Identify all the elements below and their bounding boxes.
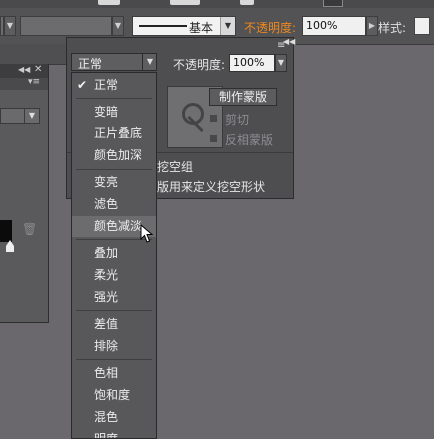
gradient-stop-body[interactable] [6,246,14,252]
panel-menu-icon[interactable]: ▾≡ [28,77,40,87]
blend-mode-select[interactable]: 正常 ▼ [71,53,157,71]
opacity-link-label[interactable]: 不透明度: [244,19,296,36]
blend-mode-option-difference[interactable]: 差值 [72,314,156,335]
blend-mode-option-color-burn[interactable]: 颜色加深 [72,145,156,166]
blend-mode-option-exclusion[interactable]: 排除 [72,336,156,357]
blend-mode-option-label: 排除 [94,339,119,353]
blend-mode-dropdown: ✔ 正常 变暗 正片叠底 颜色加深 变亮 滤色 颜色减淡 叠加 柔光 强光 差值 … [71,72,157,439]
blend-mode-option-color[interactable]: 混色 [72,407,156,428]
opacity-field[interactable]: 100% [302,16,366,36]
knockout-group-label[interactable]: 挖空组 [157,158,193,175]
blend-mode-option-overlay[interactable]: 叠加 [72,243,156,264]
style-swatch[interactable] [414,17,430,35]
divider [76,359,152,360]
divider [76,169,152,170]
blend-mode-option-label: 颜色加深 [94,148,143,162]
stroke-preview-line [139,25,187,27]
blend-mode-option-hard-light[interactable]: 强光 [72,287,156,308]
menu-bar-strip [0,0,434,8]
blend-mode-option-label: 颜色减淡 [94,219,143,233]
menu-bar-sliver [98,0,120,5]
blend-mode-option-label: 明度 [94,432,119,439]
stroke-profile-select[interactable]: 基本 ▼ [132,16,236,36]
blend-mode-option-label: 正片叠底 [94,126,143,140]
menu-bar-sliver [240,0,254,5]
blend-mode-option-saturation[interactable]: 饱和度 [72,385,156,406]
blend-mode-option-label: 差值 [94,317,119,331]
panel-header: ◀◀ ✕ [0,64,48,78]
opacity-input[interactable]: 100% [229,54,275,72]
document-tab-strip [0,44,66,65]
stroke-weight-field[interactable] [20,16,112,36]
blend-mode-option-label: 叠加 [94,246,119,260]
gradient-panel: ◀◀ ✕ ▾≡ ▼ 🗑 [0,64,49,323]
invert-mask-checkbox[interactable] [209,134,218,143]
blend-mode-option-normal[interactable]: ✔ 正常 [72,75,156,96]
blend-mode-option-label: 变亮 [94,175,119,189]
mouse-cursor-icon [140,224,154,243]
chevron-down-icon[interactable]: ▼ [112,16,124,36]
chevron-down-icon[interactable]: ▼ [4,16,16,36]
blend-mode-option-luminosity[interactable]: 明度 [72,429,156,439]
opacity-label: 不透明度: [173,58,226,72]
divider [76,98,152,99]
close-icon[interactable]: ✕ [34,64,42,75]
clip-checkbox[interactable] [209,114,218,123]
checkmark-icon: ✔ [77,78,88,92]
chevron-down-icon[interactable]: ▼ [142,54,157,70]
blend-mode-option-hue[interactable]: 色相 [72,363,156,384]
blend-mode-option-label: 正常 [94,78,119,92]
collapse-icon[interactable]: ◀◀ [18,65,30,74]
workspace-button[interactable] [323,0,343,7]
gradient-preview [0,220,12,242]
stroke-profile-label: 基本 [188,21,213,35]
blend-mode-option-label: 混色 [94,410,119,424]
blend-mode-option-soft-light[interactable]: 柔光 [72,265,156,286]
blend-mode-option-lighten[interactable]: 变亮 [72,172,156,193]
blend-mode-value: 正常 [78,57,103,71]
chevron-down-icon[interactable]: ▼ [220,17,235,35]
make-mask-button[interactable]: 制作蒙版 [209,88,277,106]
clip-label: 剪切 [225,113,250,127]
blend-mode-option-label: 色相 [94,366,119,380]
blend-mode-option-multiply[interactable]: 正片叠底 [72,123,156,144]
blend-mode-option-label: 饱和度 [94,388,131,402]
style-label: 样式: [378,21,407,35]
menu-bar-sliver [170,0,200,5]
divider [76,310,152,311]
no-sign-slash [187,115,204,133]
invert-mask-label: 反相蒙版 [225,133,274,147]
blend-mode-option-darken[interactable]: 变暗 [72,102,156,123]
opacity-knockout-shape-label[interactable]: 版用来定义挖空形状 [157,178,265,195]
blend-mode-option-label: 变暗 [94,105,119,119]
panel-menu-icon[interactable]: ≡ [277,40,285,51]
no-sign-icon [182,103,204,133]
blend-mode-option-screen[interactable]: 滤色 [72,194,156,215]
chevron-right-icon[interactable]: ▶ [366,16,378,36]
trash-icon[interactable]: 🗑 [22,222,37,236]
chevron-down-icon[interactable]: ▼ [275,54,287,72]
chevron-down-icon[interactable]: ▼ [24,109,39,123]
blend-mode-option-label: 滤色 [94,197,119,211]
panel-tab-row [0,78,48,90]
blend-mode-option-label: 柔光 [94,268,119,282]
blend-mode-option-label: 强光 [94,290,119,304]
